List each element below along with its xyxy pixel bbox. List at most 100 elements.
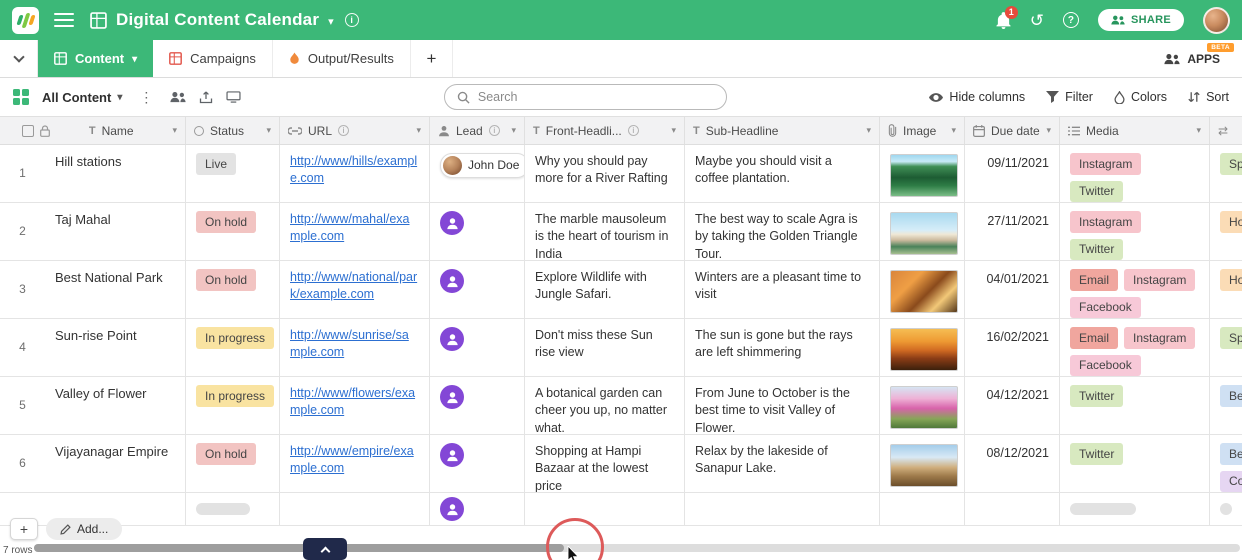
cell-name[interactable]: Hill stations xyxy=(45,145,186,202)
cell-status[interactable]: Live xyxy=(186,145,280,202)
lead-chip[interactable]: John Doe xyxy=(440,153,524,178)
cell-front-headline[interactable]: The marble mausoleum is the heart of tou… xyxy=(525,203,685,260)
lead-avatar-icon[interactable] xyxy=(440,269,464,293)
cell-partial-column[interactable]: Be xyxy=(1210,377,1242,434)
add-edit-button[interactable]: Add... xyxy=(46,518,123,540)
cell-front-headline[interactable]: Why you should pay more for a River Raft… xyxy=(525,145,685,202)
colors-button[interactable]: Colors xyxy=(1114,90,1167,104)
lead-avatar-icon[interactable] xyxy=(440,497,464,521)
display-icon[interactable] xyxy=(226,91,241,103)
tab-campaigns[interactable]: Campaigns xyxy=(153,40,273,77)
cell-lead[interactable] xyxy=(430,261,525,318)
tabs-dropdown-button[interactable] xyxy=(0,40,38,77)
filter-button[interactable]: Filter xyxy=(1046,90,1093,104)
user-avatar[interactable] xyxy=(1203,6,1230,34)
cell-sub-headline[interactable]: Relax by the lakeside of Sanapur Lake. xyxy=(685,435,880,492)
cell-lead[interactable] xyxy=(430,319,525,376)
cell-due-date[interactable]: 27/11/2021 xyxy=(965,203,1060,260)
cell-lead[interactable] xyxy=(430,203,525,260)
scrollbar-thumb[interactable] xyxy=(34,544,564,552)
cell-image[interactable] xyxy=(880,203,965,260)
lead-avatar-icon[interactable] xyxy=(440,385,464,409)
notifications-button[interactable]: 1 xyxy=(996,5,1018,29)
cell-lead[interactable]: John Doe xyxy=(430,145,525,202)
caret-down-icon[interactable] xyxy=(671,125,676,136)
apps-button[interactable]: APPS BETA xyxy=(1142,40,1242,77)
cell-image[interactable] xyxy=(880,435,965,492)
cell-status[interactable]: On hold xyxy=(186,435,280,492)
hamburger-menu-icon[interactable] xyxy=(54,12,74,28)
caret-down-icon[interactable] xyxy=(416,125,421,136)
search-bar[interactable] xyxy=(443,84,727,110)
info-icon[interactable] xyxy=(344,13,359,27)
url-link[interactable]: http://www/empire/example.com xyxy=(290,443,419,478)
caret-down-icon[interactable] xyxy=(511,125,516,136)
cell-image[interactable] xyxy=(880,319,965,376)
column-header-sub-headline[interactable]: Sub-Headline xyxy=(685,117,880,144)
cell-media[interactable]: Twitter xyxy=(1060,377,1210,434)
cell-sub-headline[interactable]: Winters are a pleasant time to visit xyxy=(685,261,880,318)
cell-sub-headline[interactable]: Maybe you should visit a coffee plantati… xyxy=(685,145,880,202)
stackby-logo[interactable] xyxy=(12,6,39,34)
cell-media[interactable]: EmailInstagramFacebookTwitter xyxy=(1060,319,1210,376)
cell-image[interactable] xyxy=(880,145,965,202)
cell-partial-column[interactable]: Ho xyxy=(1210,261,1242,318)
cell-url[interactable]: http://www/national/park/example.com xyxy=(280,261,430,318)
image-thumbnail[interactable] xyxy=(890,444,958,487)
cell-media[interactable]: InstagramTwitterFacebook xyxy=(1060,145,1210,202)
hide-columns-button[interactable]: Hide columns xyxy=(929,90,1025,104)
cell-media[interactable]: Email Instagram Facebook xyxy=(1060,261,1210,318)
tab-content[interactable]: Content xyxy=(38,40,154,77)
cell-status[interactable]: On hold xyxy=(186,203,280,260)
cell-name[interactable]: Valley of Flower xyxy=(45,377,186,434)
cell-due-date[interactable]: 16/02/2021 xyxy=(965,319,1060,376)
grid-view-icon[interactable] xyxy=(13,89,29,105)
image-thumbnail[interactable] xyxy=(890,154,958,197)
help-icon[interactable] xyxy=(1062,12,1079,28)
table-row[interactable]: 4 Sun-rise Point In progress http://www/… xyxy=(0,319,1242,377)
url-link[interactable]: http://www/flowers/example.com xyxy=(290,385,419,420)
cell-partial-column[interactable]: Sp xyxy=(1210,319,1242,376)
add-row-button[interactable]: + xyxy=(10,518,38,540)
cell-status[interactable]: On hold xyxy=(186,261,280,318)
cell-front-headline[interactable]: Don't miss these Sun rise view xyxy=(525,319,685,376)
tab-output-results[interactable]: Output/Results xyxy=(273,40,411,77)
table-row-empty[interactable] xyxy=(0,493,1242,526)
column-header-media[interactable]: Media xyxy=(1060,117,1210,144)
lead-avatar-icon[interactable] xyxy=(440,443,464,467)
cell-name[interactable]: Taj Mahal xyxy=(45,203,186,260)
table-row[interactable]: 2 Taj Mahal On hold http://www/mahal/exa… xyxy=(0,203,1242,261)
horizontal-scrollbar[interactable] xyxy=(34,544,1240,552)
caret-down-icon[interactable] xyxy=(1046,125,1051,136)
cell-partial-column[interactable]: Be Co xyxy=(1210,435,1242,492)
more-options-icon[interactable] xyxy=(135,89,157,106)
column-header-front-headline[interactable]: Front-Headli... xyxy=(525,117,685,144)
url-link[interactable]: http://www/national/park/example.com xyxy=(290,269,419,304)
cell-due-date[interactable]: 04/12/2021 xyxy=(965,377,1060,434)
column-header-image[interactable]: Image xyxy=(880,117,965,144)
image-thumbnail[interactable] xyxy=(890,270,958,313)
column-header-partial[interactable] xyxy=(1210,117,1242,144)
table-row[interactable]: 1 Hill stations Live http://www/hills/ex… xyxy=(0,145,1242,203)
cell-due-date[interactable]: 04/01/2021 xyxy=(965,261,1060,318)
cell-name[interactable]: Vijayanagar Empire xyxy=(45,435,186,492)
image-thumbnail[interactable] xyxy=(890,386,958,429)
cell-due-date[interactable]: 08/12/2021 xyxy=(965,435,1060,492)
column-header-status[interactable]: Status xyxy=(186,117,280,144)
cell-url[interactable]: http://www/empire/example.com xyxy=(280,435,430,492)
url-link[interactable]: http://www/hills/example.com xyxy=(290,153,419,188)
caret-down-icon[interactable] xyxy=(266,125,271,136)
cell-name[interactable]: Best National Park xyxy=(45,261,186,318)
search-input[interactable] xyxy=(477,90,714,104)
image-thumbnail[interactable] xyxy=(890,328,958,371)
cell-status[interactable]: In progress xyxy=(186,319,280,376)
caret-down-icon[interactable] xyxy=(866,125,871,136)
share-button[interactable]: SHARE xyxy=(1097,9,1184,31)
select-all-checkbox[interactable] xyxy=(22,124,34,137)
cell-front-headline[interactable]: A botanical garden can cheer you up, no … xyxy=(525,377,685,434)
table-row[interactable]: 3 Best National Park On hold http://www/… xyxy=(0,261,1242,319)
column-header-name[interactable]: Name xyxy=(0,117,186,144)
cell-partial-column[interactable]: Sp xyxy=(1210,145,1242,202)
cell-sub-headline[interactable]: From June to October is the best time to… xyxy=(685,377,880,434)
export-icon[interactable] xyxy=(199,91,213,104)
